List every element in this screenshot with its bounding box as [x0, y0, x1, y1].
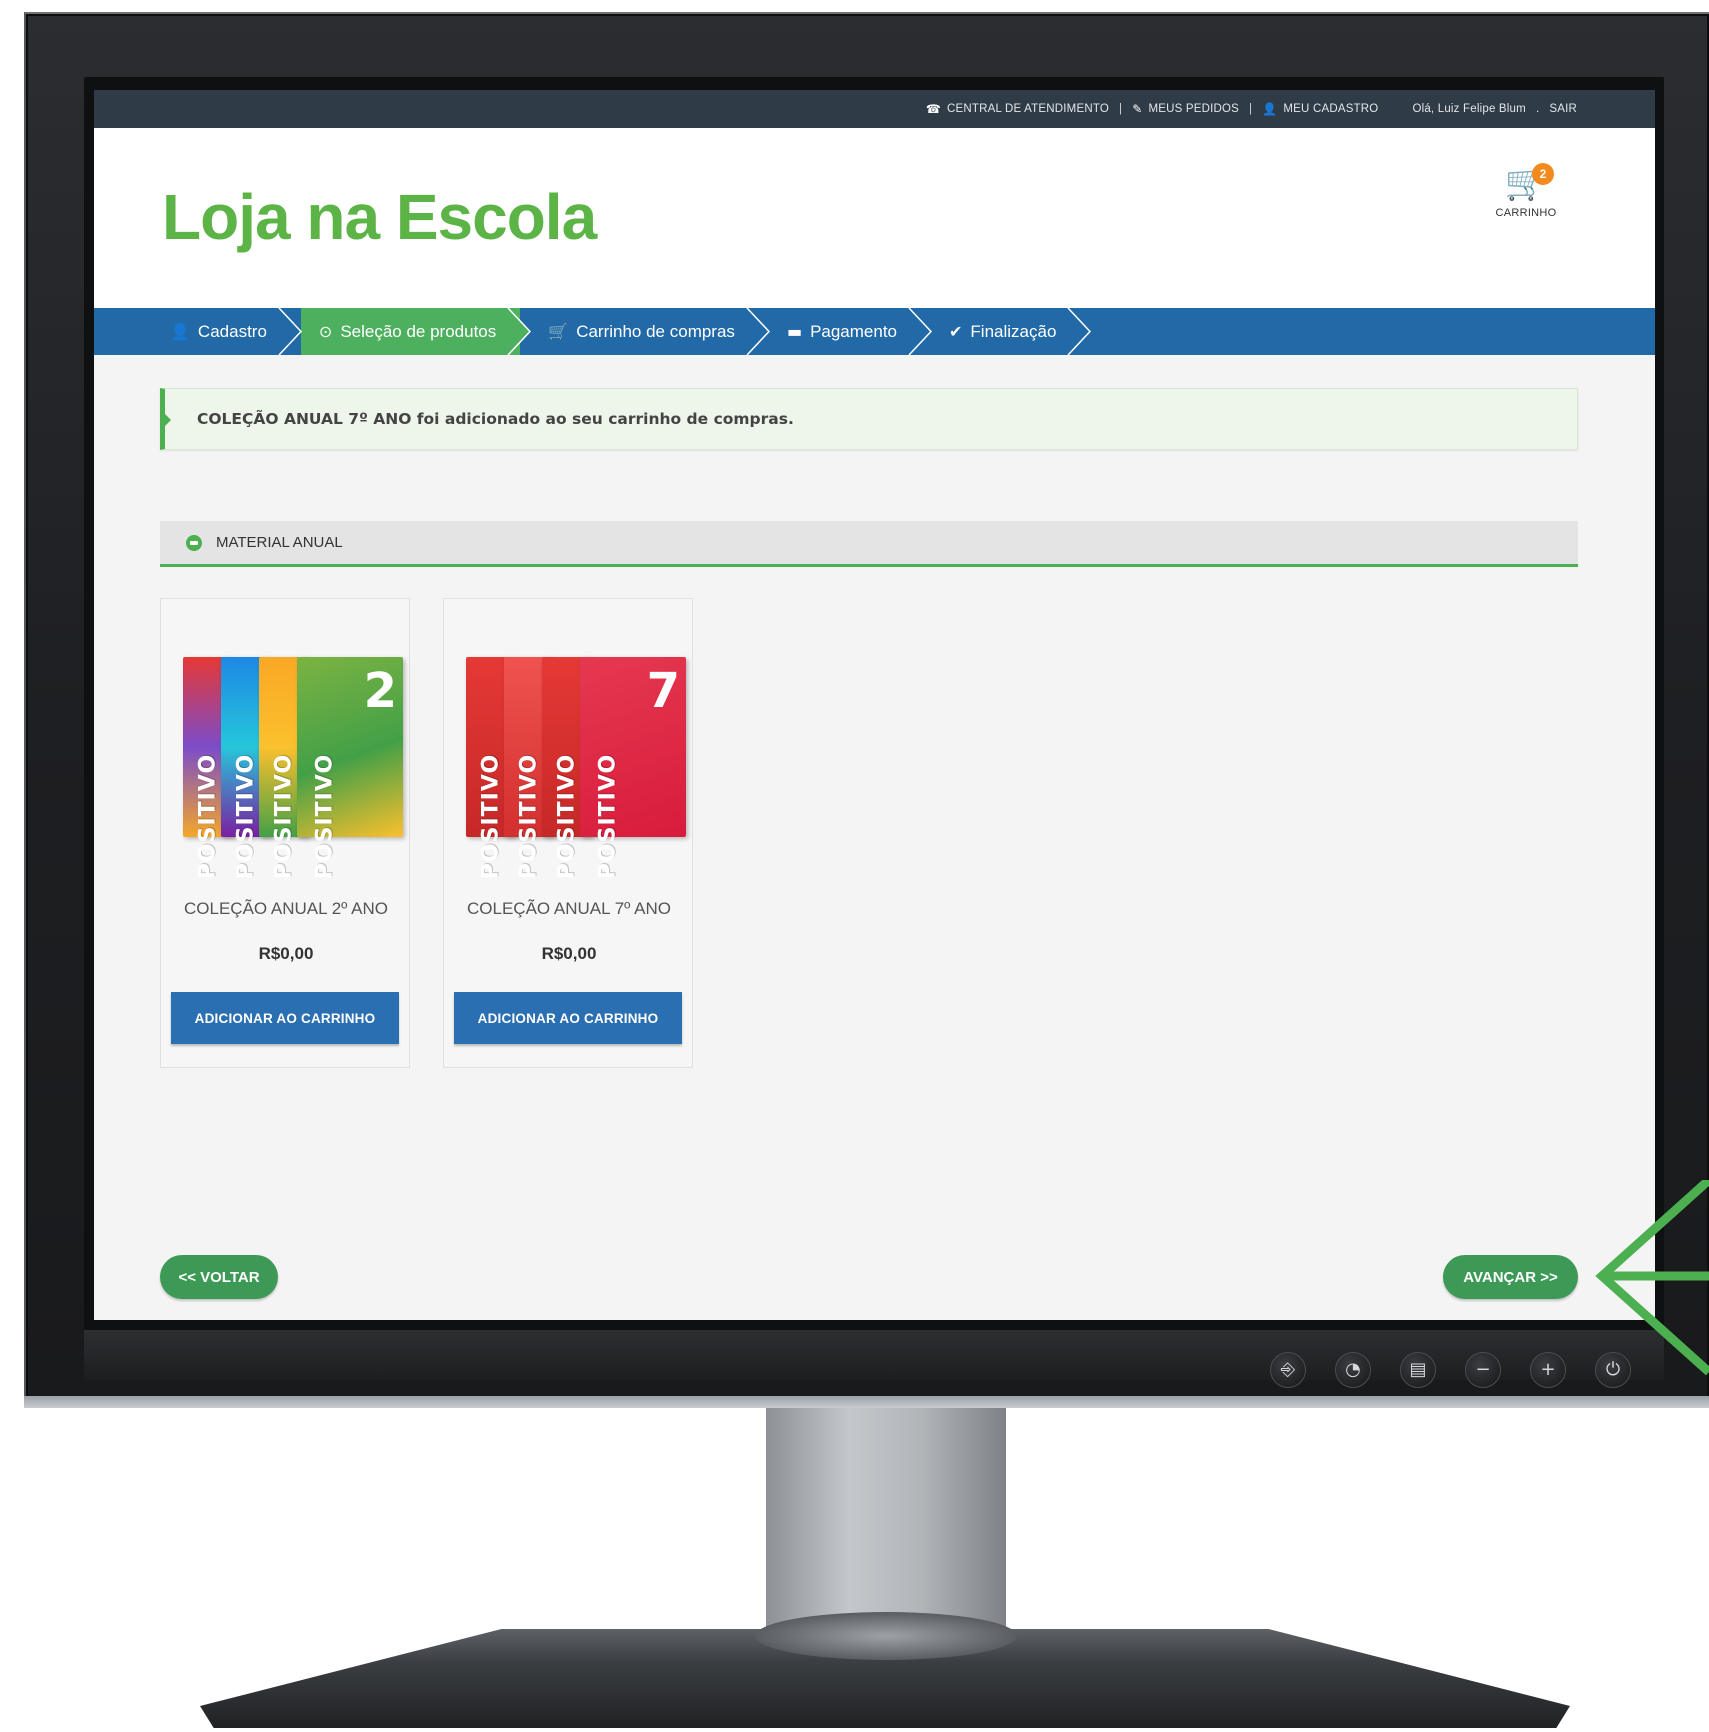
minus-circle-icon[interactable]	[186, 534, 202, 551]
section-title: MATERIAL ANUAL	[216, 534, 343, 551]
check-circle-icon: ✔	[949, 322, 963, 341]
phone-icon: ☎	[925, 102, 941, 116]
screen: ☎ CENTRAL DE ATENDIMENTO | ✎ MEUS PEDIDO…	[94, 90, 1655, 1320]
alert-message: COLEÇÃO ANUAL 7º ANO foi adicionado ao s…	[197, 410, 794, 428]
book-title: POSITIVO	[516, 753, 542, 880]
cart-icon: 🛒	[548, 322, 569, 341]
orders-link[interactable]: ✎ MEUS PEDIDOS	[1132, 102, 1239, 116]
step-label: Finalização	[970, 321, 1057, 341]
add-to-cart-button[interactable]: ADICIONAR AO CARRINHO	[171, 992, 399, 1044]
user-icon: 👤	[170, 322, 190, 341]
separator: |	[1119, 103, 1123, 115]
cart-label: CARRINHO	[1495, 207, 1557, 219]
book-title: POSITIVO	[195, 753, 221, 880]
book-cover: POSITIVO 2	[297, 657, 403, 879]
auto-adjust-icon[interactable]: ◔	[1335, 1352, 1371, 1388]
site-logo[interactable]: Loja na Escola	[162, 180, 597, 254]
chevron-right-icon	[1067, 308, 1092, 355]
minus-icon[interactable]: −	[1465, 1352, 1501, 1388]
cart-button[interactable]: 🛒 2 CARRINHO	[1486, 163, 1566, 219]
alert-caret-icon	[164, 413, 171, 427]
plus-icon[interactable]: +	[1530, 1352, 1566, 1388]
cart-count-badge: 2	[1532, 163, 1554, 185]
book-number: 2	[363, 663, 397, 719]
product-price: R$0,00	[258, 944, 314, 963]
product-name[interactable]: COLEÇÃO ANUAL 2º ANO	[161, 899, 411, 919]
chevron-right-icon	[278, 308, 302, 355]
product-name[interactable]: COLEÇÃO ANUAL 7º ANO	[444, 899, 694, 919]
section-header: MATERIAL ANUAL	[160, 521, 1578, 567]
step-label: Pagamento	[810, 321, 898, 341]
step-label: Seleção de produtos	[340, 321, 497, 341]
support-label: CENTRAL DE ATENDIMENTO	[946, 103, 1109, 115]
greeting-separator: .	[1535, 103, 1540, 115]
book-title: POSITIVO	[554, 753, 580, 880]
monitor-base-hub	[755, 1612, 1017, 1660]
chevron-right-icon	[506, 308, 532, 355]
account-label: MEU CADASTRO	[1283, 103, 1379, 115]
menu-icon[interactable]: ▤	[1400, 1352, 1436, 1388]
book-title: POSITIVO	[312, 753, 338, 880]
separator: |	[1249, 103, 1253, 115]
book-number: 7	[646, 663, 680, 719]
greeting-text: Olá, Luiz Felipe Blum	[1412, 103, 1526, 115]
step-selecao-produtos[interactable]: ⊙ Seleção de produtos	[300, 308, 532, 355]
step-label: Carrinho de compras	[576, 321, 735, 341]
circle-check-icon: ⊙	[318, 322, 333, 341]
back-button[interactable]: << VOLTAR	[160, 1255, 278, 1299]
book-title: POSITIVO	[478, 753, 504, 880]
step-pagamento[interactable]: ▬ Pagamento	[769, 308, 933, 355]
next-button[interactable]: AVANÇAR >>	[1443, 1255, 1578, 1299]
chevron-right-icon	[746, 308, 770, 355]
step-finalizacao[interactable]: ✔ Finalização	[931, 308, 1092, 355]
monitor-neck	[766, 1408, 1006, 1638]
credit-card-icon: ▬	[786, 322, 803, 341]
edit-icon: ✎	[1132, 102, 1143, 116]
product-image[interactable]: POSITIVO POSITIVO POSITIVO POSITIVO 7	[466, 657, 686, 879]
product-image[interactable]: POSITIVO POSITIVO POSITIVO POSITIVO 2	[183, 657, 403, 879]
monitor-edge	[24, 1396, 1709, 1408]
add-to-cart-button[interactable]: ADICIONAR AO CARRINHO	[454, 992, 682, 1044]
account-link[interactable]: 👤 MEU CADASTRO	[1262, 102, 1378, 116]
product-card: POSITIVO POSITIVO POSITIVO POSITIVO 2 CO…	[160, 598, 410, 1068]
checkout-steps: 👤 Cadastro ⊙ Seleção de produtos 🛒 Carri…	[94, 308, 1655, 355]
book-cover: POSITIVO 7	[580, 657, 686, 879]
product-card: POSITIVO POSITIVO POSITIVO POSITIVO 7 CO…	[443, 598, 693, 1068]
book-title: POSITIVO	[233, 753, 259, 880]
top-utility-bar: ☎ CENTRAL DE ATENDIMENTO | ✎ MEUS PEDIDO…	[94, 90, 1655, 128]
shopping-cart-icon: 🛒	[1504, 163, 1548, 203]
logout-link[interactable]: SAIR	[1549, 103, 1577, 115]
input-source-icon[interactable]: ⎆	[1270, 1352, 1306, 1388]
step-cadastro[interactable]: 👤 Cadastro	[152, 308, 302, 355]
chevron-right-icon	[908, 308, 933, 355]
site-header: Loja na Escola 🛒 2 CARRINHO	[94, 128, 1655, 308]
orders-label: MEUS PEDIDOS	[1148, 103, 1240, 115]
step-carrinho[interactable]: 🛒 Carrinho de compras	[530, 308, 770, 355]
product-price: R$0,00	[541, 944, 597, 963]
book-title: POSITIVO	[271, 753, 297, 880]
step-label: Cadastro	[197, 321, 267, 341]
success-alert: COLEÇÃO ANUAL 7º ANO foi adicionado ao s…	[160, 388, 1578, 450]
book-title: POSITIVO	[595, 753, 621, 880]
support-link[interactable]: ☎ CENTRAL DE ATENDIMENTO	[926, 102, 1109, 116]
pointer-arrow-icon	[1595, 1180, 1709, 1376]
user-icon: 👤	[1262, 102, 1278, 116]
